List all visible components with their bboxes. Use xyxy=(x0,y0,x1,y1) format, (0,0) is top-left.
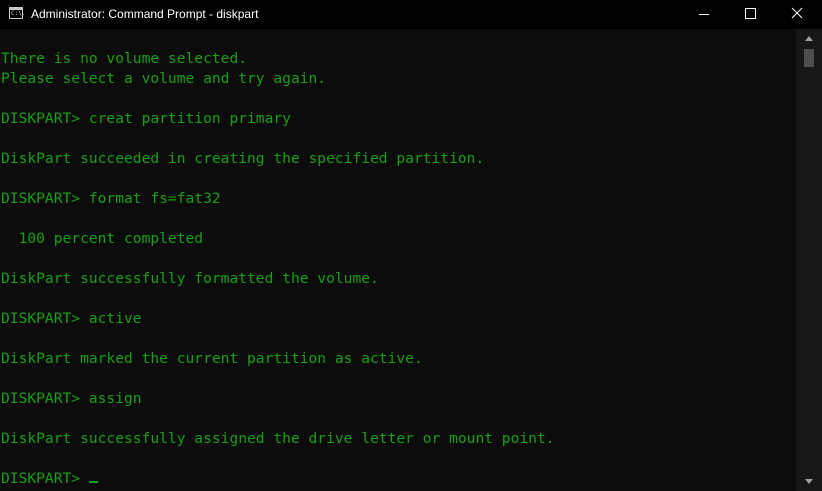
console-line: DISKPART> creat partition primary xyxy=(1,110,291,127)
console-line: DISKPART> format fs=fat32 xyxy=(1,190,221,207)
console-output[interactable]: There is no volume selected. Please sele… xyxy=(0,29,796,491)
console-line: 100 percent completed xyxy=(1,230,204,247)
console-line: DiskPart succeeded in creating the speci… xyxy=(1,150,485,167)
maximize-button[interactable] xyxy=(727,0,773,29)
console-line: Please select a volume and try again. xyxy=(1,70,327,87)
console-line: There is no volume selected. xyxy=(1,50,248,67)
minimize-icon xyxy=(699,14,709,15)
maximize-icon xyxy=(745,8,756,19)
console-line: DiskPart marked the current partition as… xyxy=(1,350,423,367)
scroll-thumb[interactable] xyxy=(804,49,814,67)
scroll-up-button[interactable] xyxy=(796,29,822,47)
close-button[interactable] xyxy=(773,0,822,29)
scroll-up-arrow-icon xyxy=(805,36,813,41)
console-line: DISKPART> active xyxy=(1,310,142,327)
title-bar[interactable]: C:\. Administrator: Command Prompt - dis… xyxy=(0,0,822,29)
console-prompt-line[interactable]: DISKPART> xyxy=(0,469,796,489)
scroll-down-arrow-icon xyxy=(805,479,813,484)
console-prompt: DISKPART> xyxy=(1,470,89,487)
text-cursor xyxy=(88,481,98,483)
console-line: DISKPART> assign xyxy=(1,390,142,407)
close-icon xyxy=(791,7,803,19)
cmd-icon[interactable]: C:\. xyxy=(9,7,26,19)
cmd-icon-text: C:\. xyxy=(11,10,26,17)
console-line: DiskPart successfully assigned the drive… xyxy=(1,430,555,447)
console-line: DiskPart successfully formatted the volu… xyxy=(1,270,379,287)
scroll-down-button[interactable] xyxy=(796,473,822,491)
minimize-button[interactable] xyxy=(681,0,727,29)
vertical-scrollbar[interactable] xyxy=(796,29,822,491)
command-prompt-window: C:\. Administrator: Command Prompt - dis… xyxy=(0,0,822,491)
window-title: Administrator: Command Prompt - diskpart xyxy=(31,7,259,21)
